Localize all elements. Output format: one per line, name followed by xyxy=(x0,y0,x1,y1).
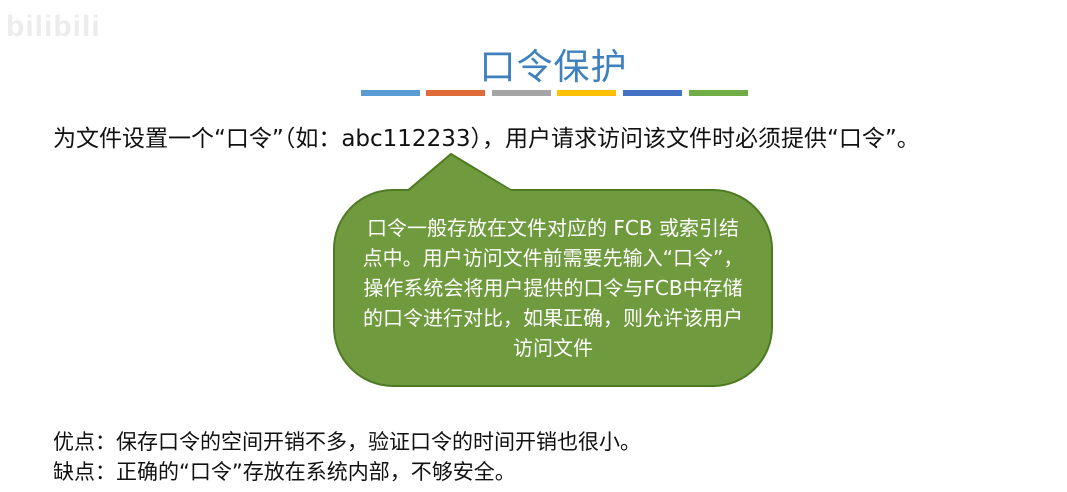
underline-stripe-4 xyxy=(557,90,616,96)
callout-text: 口令一般存放在文件对应的 FCB 或索引结点中。用户访问文件前需要先输入“口令”… xyxy=(362,216,744,360)
intro-text: 为文件设置一个“口令”（如：abc112233），用户请求访问该文件时必须提供“… xyxy=(53,126,920,152)
underline-stripe-3 xyxy=(492,90,551,96)
callout-bubble: 口令一般存放在文件对应的 FCB 或索引结点中。用户访问文件前需要先输入“口令”… xyxy=(333,189,773,387)
disadvantages-text: 缺点：正确的“口令”存放在系统内部，不够安全。 xyxy=(53,460,516,484)
advantages-text: 优点：保存口令的空间开销不多，验证口令的时间开销也很小。 xyxy=(53,430,641,454)
underline-stripe-6 xyxy=(689,90,748,96)
underline-stripe-1 xyxy=(361,90,420,96)
underline-stripe-2 xyxy=(426,90,485,96)
underline-stripe-5 xyxy=(623,90,682,96)
slide-title: 口令保护 xyxy=(479,47,628,88)
